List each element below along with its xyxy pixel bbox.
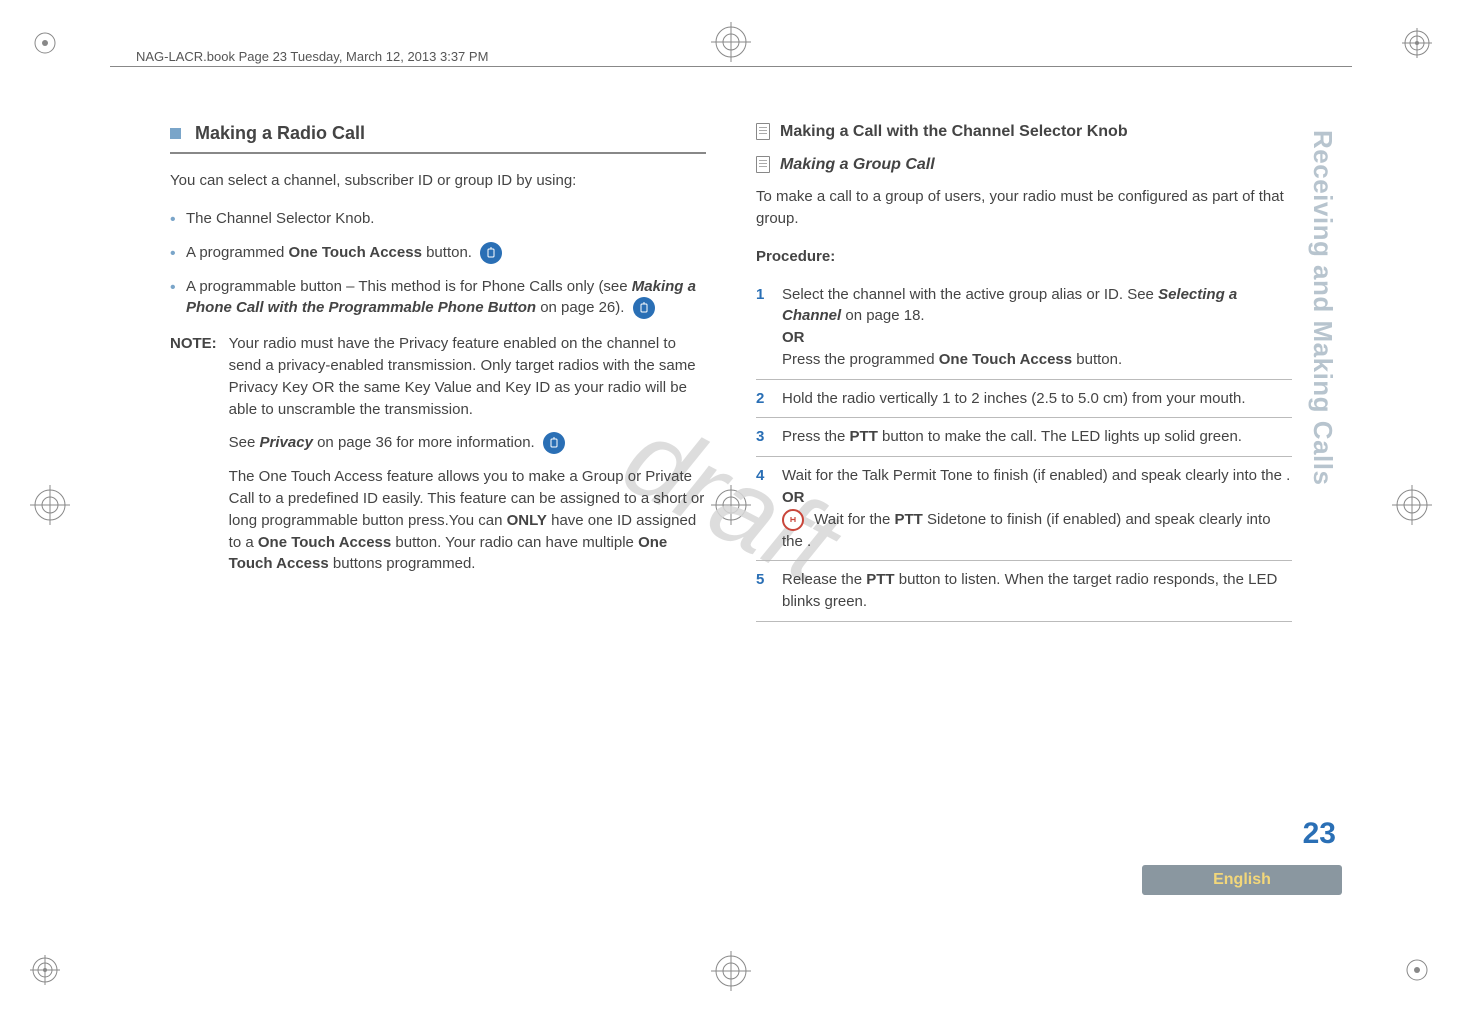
note-bold: ONLY (507, 512, 547, 529)
step-number: 2 (756, 388, 770, 410)
step-number: 3 (756, 426, 770, 448)
radio-feature-icon (543, 432, 565, 454)
side-section-title: Receiving and Making Calls (1307, 130, 1338, 485)
step-body: Hold the radio vertically 1 to 2 inches … (782, 388, 1246, 410)
crop-mark-tl (30, 28, 60, 58)
step-5: 5 Release the PTT button to listen. When… (756, 561, 1292, 622)
right-column: Making a Call with the Channel Selector … (756, 120, 1292, 843)
language-bar: English (1142, 865, 1342, 895)
registration-mark-top (711, 22, 751, 62)
note-p1: Your radio must have the Privacy feature… (229, 333, 706, 420)
bullet-bold: One Touch Access (289, 244, 422, 261)
bullet-one-touch-access: A programmed One Touch Access button. (170, 242, 706, 264)
bullet-text: button. (422, 244, 476, 261)
page-number: 23 (1303, 817, 1336, 851)
note-text: button. Your radio can have multiple (391, 534, 638, 551)
step-body: Release the PTT button to listen. When t… (782, 569, 1292, 613)
procedure-steps: 1 Select the channel with the active gro… (756, 276, 1292, 622)
step-number: 4 (756, 465, 770, 552)
step-3: 3 Press the PTT button to make the call.… (756, 418, 1292, 457)
note-label: NOTE: (170, 333, 217, 587)
intro-text: You can select a channel, subscriber ID … (170, 170, 706, 192)
note-ital: Privacy (260, 434, 313, 451)
header-meta: NAG-LACR.book Page 23 Tuesday, March 12,… (130, 46, 494, 67)
subhead-group-call: Making a Group Call (780, 153, 935, 176)
note-p3: The One Touch Access feature allows you … (229, 466, 706, 575)
bullet-text: on page 26). (536, 299, 629, 316)
note-text: buttons programmed. (329, 555, 476, 572)
procedure-label: Procedure: (756, 246, 1292, 268)
radio-feature-icon (633, 297, 655, 319)
crop-mark-br (1402, 955, 1432, 985)
bullet-text: The Channel Selector Knob. (186, 210, 374, 227)
step-body: Wait for the Talk Permit Tone to finish … (782, 465, 1292, 552)
step-body: Select the channel with the active group… (782, 284, 1292, 371)
note-text: on page 36 for more information. (313, 434, 539, 451)
header-rule (110, 66, 1352, 67)
crop-mark-tr (1402, 28, 1432, 58)
section-rule (170, 152, 706, 154)
note-block: NOTE: Your radio must have the Privacy f… (170, 333, 706, 587)
left-column: Making a Radio Call You can select a cha… (170, 120, 706, 843)
subhead-call-knob: Making a Call with the Channel Selector … (780, 120, 1128, 143)
step-number: 1 (756, 284, 770, 371)
radio-feature-icon (480, 242, 502, 264)
step-1: 1 Select the channel with the active gro… (756, 276, 1292, 380)
doc-icon (756, 156, 770, 173)
step-number: 5 (756, 569, 770, 613)
step-body: Press the PTT button to make the call. T… (782, 426, 1242, 448)
step-2: 2 Hold the radio vertically 1 to 2 inche… (756, 380, 1292, 419)
registration-mark-left (30, 485, 70, 525)
registration-mark-right (1392, 485, 1432, 525)
bullet-text: A programmable button – This method is f… (186, 278, 632, 295)
bullet-text: A programmed (186, 244, 289, 261)
crop-mark-bl (30, 955, 60, 985)
note-body: Your radio must have the Privacy feature… (229, 333, 706, 587)
note-p2: See Privacy on page 36 for more informat… (229, 432, 706, 454)
bullet-list: The Channel Selector Knob. A programmed … (170, 208, 706, 320)
section-bullet-icon (170, 128, 181, 139)
note-bold: One Touch Access (258, 534, 391, 551)
step-4: 4 Wait for the Talk Permit Tone to finis… (756, 457, 1292, 561)
registration-mark-bottom (711, 951, 751, 991)
bullet-programmable-button: A programmable button – This method is f… (170, 276, 706, 320)
doc-icon (756, 123, 770, 140)
section-title: Making a Radio Call (195, 120, 365, 146)
bullet-channel-selector: The Channel Selector Knob. (170, 208, 706, 230)
ptt-icon (782, 509, 804, 531)
note-text: See (229, 434, 260, 451)
group-call-intro: To make a call to a group of users, your… (756, 186, 1292, 230)
